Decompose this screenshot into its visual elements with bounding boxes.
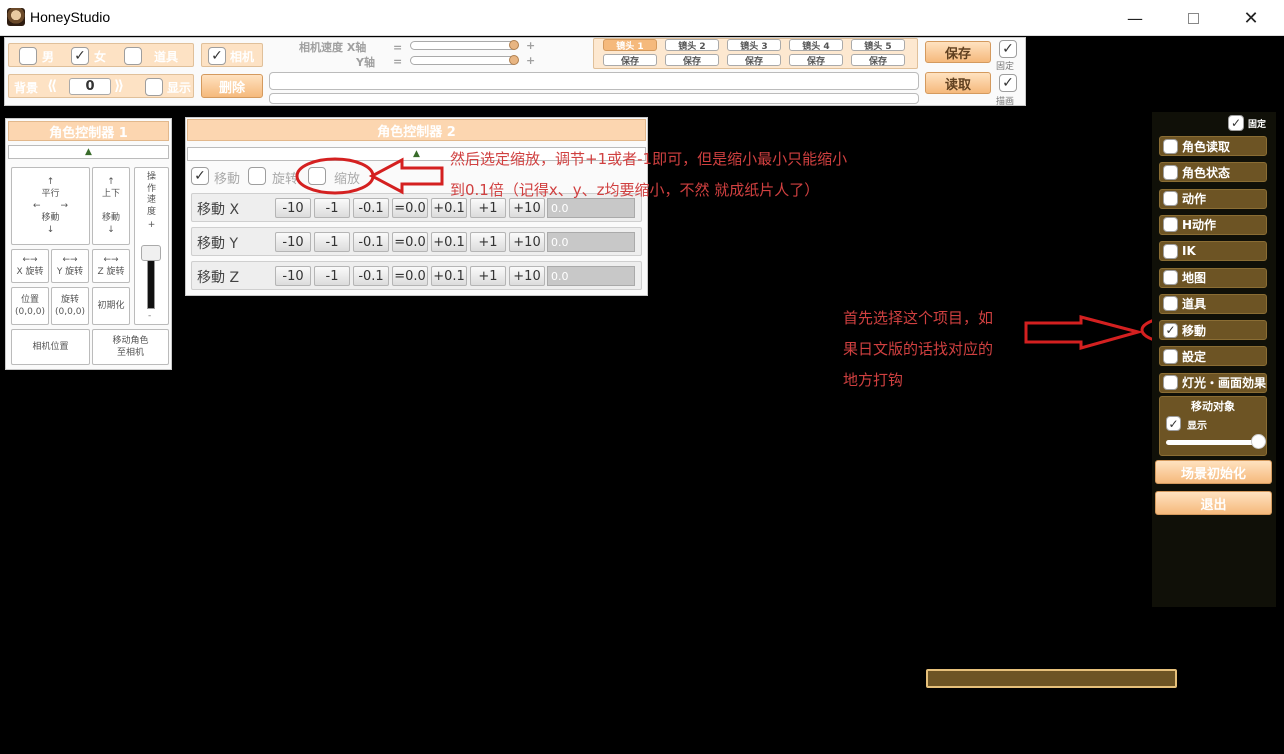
annotation-text-top-1: 然后选定缩放，调节+1或者-1即可，但是缩小最小只能缩小 [450,150,848,168]
menu-item-checkbox[interactable] [1163,191,1178,207]
menu-item[interactable]: 地图 [1159,267,1267,288]
menu-item-checkbox[interactable] [1163,296,1178,312]
menu-item[interactable]: ✓ 移動 [1159,320,1267,341]
menu-item-label: 地图 [1182,271,1207,285]
menu-item-checkbox[interactable] [1163,348,1178,364]
move-target-slider[interactable] [1166,440,1258,445]
menu-item[interactable]: 灯光・画面効果 [1159,372,1267,393]
menu-item[interactable]: IK [1159,241,1267,262]
menu-item-label: 角色读取 [1182,139,1231,154]
menu-fix-checkbox[interactable]: ✓ [1228,115,1244,131]
annotation-line: 地方打钩 [843,370,904,389]
move-target-show-label: 显示 [1187,421,1207,432]
menu-item-checkbox[interactable] [1163,270,1178,285]
move-target-slider-knob[interactable] [1251,434,1266,449]
menu-item[interactable]: 角色读取 [1159,136,1267,156]
left-arrow-annotation [368,157,444,195]
annotation-text-right: 首先选择这个项目，如 果日文版的话找对应的 地方打钩 [843,303,993,395]
menu-item-checkbox[interactable] [1163,164,1178,180]
menu-item-checkbox[interactable] [1163,217,1178,233]
menu-item-label: 角色状态 [1182,165,1231,180]
menu-item-label: 道具 [1182,297,1207,312]
annotation-overlay [295,157,1240,350]
menu-item-checkbox[interactable] [1163,138,1178,154]
menu-item-checkbox[interactable]: ✓ [1163,322,1178,338]
scene-init-button[interactable]: 场景初始化 [1155,460,1272,484]
menu-item-label: H动作 [1182,218,1217,233]
menu-item[interactable]: H动作 [1159,214,1267,235]
scale-highlight-ellipse [295,157,375,195]
right-arrow-annotation [1024,315,1144,350]
menu-fix-label: 固定 [1248,120,1267,130]
menu-item-label: 移動 [1182,323,1207,338]
menu-item[interactable]: 动作 [1159,188,1267,209]
check-icon: ✓ [1230,116,1242,130]
status-progress-bar [926,669,1177,688]
menu-item-label: 动作 [1182,192,1207,207]
menu-item-checkbox[interactable] [1163,243,1178,259]
check-icon: ✓ [1168,416,1179,431]
exit-button[interactable]: 退出 [1155,491,1272,515]
menu-item[interactable]: 道具 [1159,293,1267,314]
annotation-text-top-2: 到0.1倍（记得x、y、z均要缩小，不然 就成纸片人了） [450,181,820,199]
menu-item[interactable]: 角色状态 [1159,162,1267,183]
menu-item[interactable]: 設定 [1159,346,1267,367]
check-icon: ✓ [1165,323,1176,338]
menu-item-label: IK [1182,244,1196,259]
annotation-line: 首先选择这个项目，如 [843,309,994,327]
annotation-line: 果日文版的话找对应的 [843,339,994,358]
move-target-panel: 移动对象 ✓ 显示 [1159,396,1267,456]
menu-item-label: 灯光・画面効果 [1181,376,1266,391]
move-target-show-checkbox[interactable]: ✓ [1166,416,1181,431]
menu-item-checkbox[interactable] [1163,375,1178,391]
right-side-menu: ✓ 固定 移动对象 ✓ 显示 场景初始化 退出 角色读取角色状态动作 H动作 IK 地… [1152,112,1276,607]
move-target-title: 移动对象 [1191,400,1235,413]
menu-item-label: 設定 [1182,349,1207,364]
